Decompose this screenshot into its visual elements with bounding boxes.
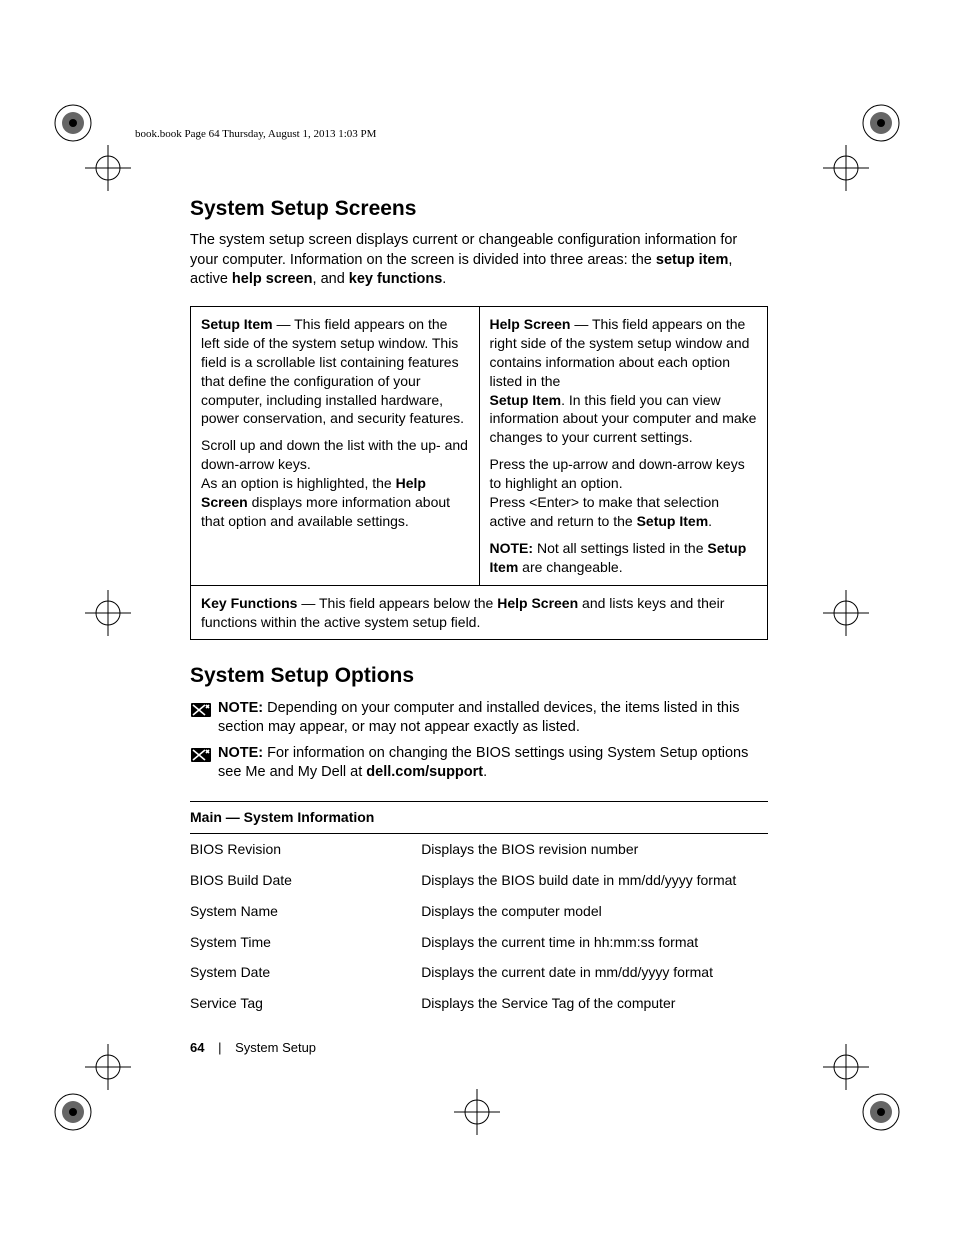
label-note: NOTE: [218,700,263,716]
option-name: System Time [190,927,421,958]
option-description: Displays the BIOS revision number [421,833,768,864]
note-text: NOTE: Depending on your computer and ins… [218,699,768,738]
option-description: Displays the Service Tag of the computer [421,988,768,1019]
table-row: BIOS RevisionDisplays the BIOS revision … [190,833,768,864]
intro-bold-help-screen: help screen [232,271,313,287]
link-dell-support: dell.com/support [366,764,483,780]
table-row: Service TagDisplays the Service Tag of t… [190,988,768,1019]
note-row: NOTE: Depending on your computer and ins… [190,699,768,738]
label-note: NOTE: [490,540,534,556]
intro-text: , and [313,271,349,287]
option-description: Displays the current date in mm/dd/yyyy … [421,957,768,988]
text: As an option is highlighted, the [201,475,396,491]
text: are changeable. [518,559,622,575]
option-description: Displays the computer model [421,896,768,927]
table-row: System NameDisplays the computer model [190,896,768,927]
table-row: BIOS Build DateDisplays the BIOS build d… [190,865,768,896]
label-help-screen: Help Screen [497,595,578,611]
label-key-functions: Key Functions [201,595,297,611]
cell-key-functions: Key Functions — This field appears below… [191,585,768,640]
text: Press the up-arrow and down-arrow keys t… [490,456,745,491]
text: . [708,513,712,529]
option-name: Service Tag [190,988,421,1019]
option-name: BIOS Revision [190,833,421,864]
register-mark-icon [85,590,131,636]
label-note: NOTE: [218,745,263,761]
register-mark-icon [85,145,131,191]
register-mark-icon [85,1044,131,1090]
setup-areas-table: Setup Item — This field appears on the l… [190,306,768,640]
note-icon [190,701,212,719]
text: Scroll up and down the list with the up-… [201,437,468,472]
heading-system-setup-options: System Setup Options [190,662,768,690]
footer-section: System Setup [235,1040,316,1055]
crop-mark-icon [50,1089,96,1135]
label-setup-item: Setup Item [637,513,709,529]
table-row: System DateDisplays the current date in … [190,957,768,988]
register-mark-icon [823,145,869,191]
option-name: System Name [190,896,421,927]
note-icon [190,746,212,764]
register-mark-icon [823,1044,869,1090]
table-header: Main — System Information [190,801,768,833]
intro-text: . [442,271,446,287]
crop-mark-icon [50,100,96,146]
text: — This field appears on the left side of… [201,316,464,426]
register-mark-icon [823,590,869,636]
page-number: 64 [190,1040,204,1055]
document-header-line: book.book Page 64 Thursday, August 1, 20… [135,128,376,140]
register-mark-icon [454,1089,500,1135]
label-help-screen: Help Screen [490,316,571,332]
crop-mark-icon [858,1089,904,1135]
page-footer: 64 | System Setup [190,1040,316,1055]
text: — This field appears below the [297,595,497,611]
option-description: Displays the BIOS build date in mm/dd/yy… [421,865,768,896]
intro-bold-key-functions: key functions [349,271,442,287]
heading-system-setup-screens: System Setup Screens [190,195,768,223]
text: Depending on your computer and installed… [218,700,739,736]
label-setup-item: Setup Item [201,316,273,332]
option-name: BIOS Build Date [190,865,421,896]
option-name: System Date [190,957,421,988]
label-setup-item: Setup Item [490,392,562,408]
note-row: NOTE: For information on changing the BI… [190,744,768,783]
text: Not all settings listed in the [533,540,707,556]
text: . [483,764,487,780]
intro-paragraph: The system setup screen displays current… [190,231,768,290]
table-row: System TimeDisplays the current time in … [190,927,768,958]
cell-setup-item: Setup Item — This field appears on the l… [191,307,480,586]
option-description: Displays the current time in hh:mm:ss fo… [421,927,768,958]
footer-separator: | [218,1040,221,1055]
note-text: NOTE: For information on changing the BI… [218,744,768,783]
system-information-table: Main — System Information BIOS RevisionD… [190,801,768,1019]
cell-help-screen: Help Screen — This field appears on the … [479,307,768,586]
crop-mark-icon [858,100,904,146]
intro-bold-setup-item: setup item [656,252,729,268]
